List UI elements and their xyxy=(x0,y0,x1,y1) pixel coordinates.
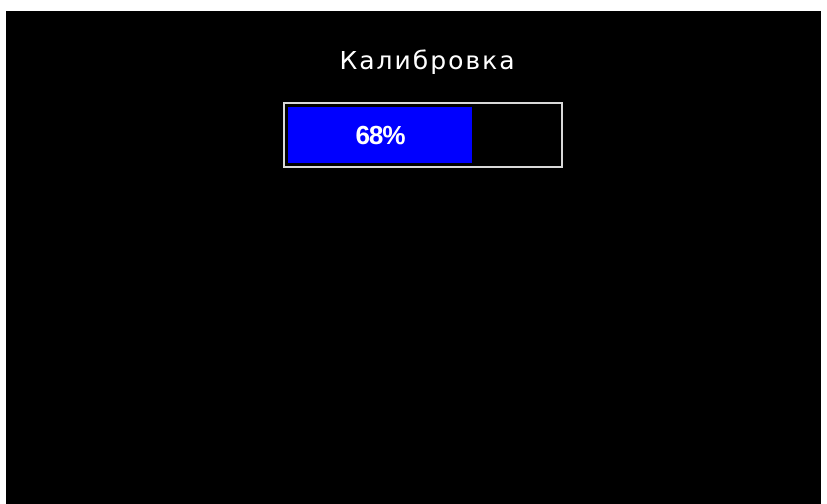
progress-percent-label: 68% xyxy=(355,120,405,150)
calibration-progress-bar: 68% xyxy=(283,102,563,168)
calibration-screen: Калибровка 68% xyxy=(6,11,821,504)
screen-title: Калибровка xyxy=(339,46,517,75)
